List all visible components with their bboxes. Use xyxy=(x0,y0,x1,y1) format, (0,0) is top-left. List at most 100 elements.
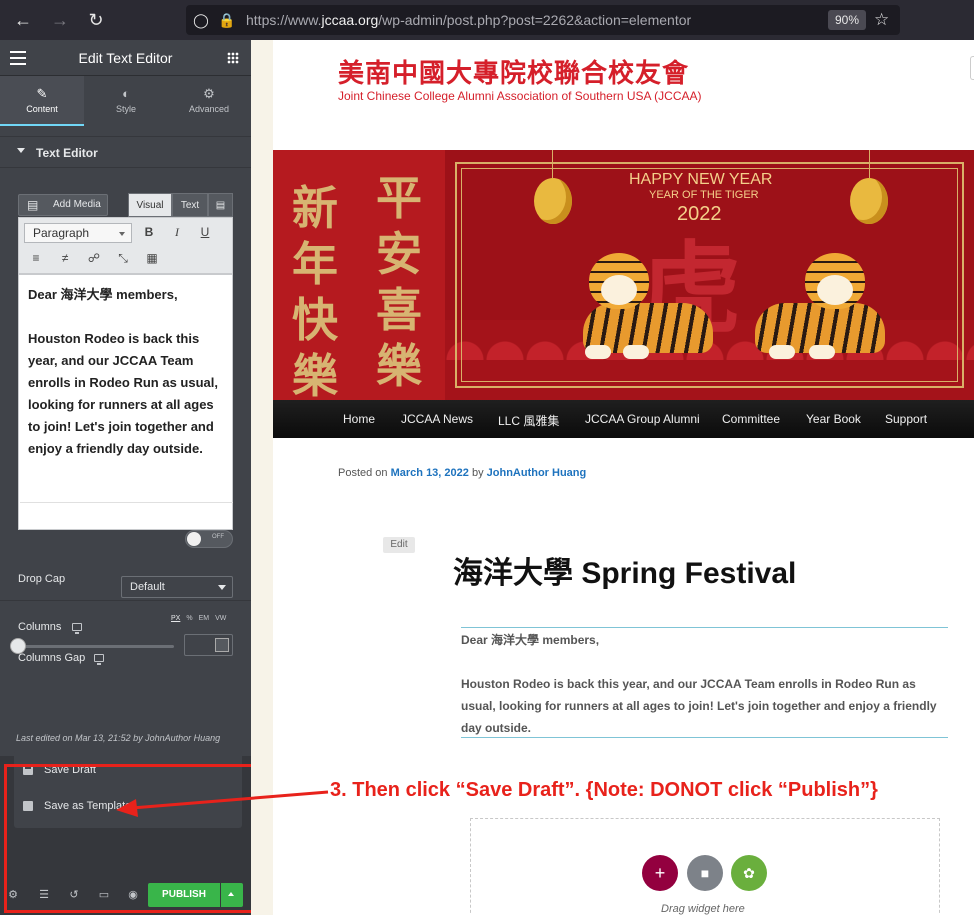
unit-px[interactable]: PX xyxy=(171,615,180,622)
section-text-editor[interactable]: Text Editor xyxy=(0,136,251,168)
toggle-knob xyxy=(187,532,201,546)
kitchen-sink-icon[interactable]: ▦ xyxy=(143,249,161,267)
desktop-monitor-icon[interactable] xyxy=(94,654,104,665)
annotation-arrow xyxy=(116,790,329,817)
history-icon[interactable]: ↺ xyxy=(67,888,81,902)
instruction-annotation: 3. Then click “Save Draft”. {Note: DONOT… xyxy=(330,779,878,801)
desktop-monitor-icon[interactable] xyxy=(72,623,82,634)
unit-vw[interactable]: VW xyxy=(215,615,226,622)
text-tab[interactable]: Text xyxy=(172,193,208,217)
tiger-illustration-right xyxy=(735,245,885,365)
template-library-folder-icon[interactable]: ■ xyxy=(687,855,723,891)
editor-statusbar xyxy=(20,502,233,528)
site-tagline: Joint Chinese College Alumni Association… xyxy=(338,89,702,103)
editor-toolbar: Paragraph B I U ≡ ≠ ☍ ⤡ ▦ xyxy=(18,217,233,274)
drop-cap-label: Drop Cap xyxy=(18,573,66,585)
banner-couplet-panel: 新年快樂 平安喜樂 xyxy=(273,150,445,400)
caret-down-icon xyxy=(17,148,25,153)
zoom-level-badge[interactable]: 90% xyxy=(828,10,866,30)
couplet-left-text: 新年快樂 xyxy=(292,181,338,400)
paragraph-format-select[interactable]: Paragraph xyxy=(24,223,132,243)
banner-tiger-panel: HAPPY NEW YEAR YEAR OF THE TIGER 2022 虎 xyxy=(445,150,974,400)
spinner-icon[interactable] xyxy=(215,638,229,652)
nav-llc[interactable]: LLC 風雅集 xyxy=(498,412,559,429)
site-title[interactable]: 美南中國大專院校聯合校友會 xyxy=(338,53,689,90)
responsive-mode-icon[interactable]: ▭ xyxy=(97,888,111,902)
year-of-tiger-text: YEAR OF THE TIGER xyxy=(649,189,759,201)
italic-button[interactable]: I xyxy=(168,223,186,241)
editor-content-area[interactable]: Dear 海洋大學 members, Houston Rodeo is back… xyxy=(18,274,233,530)
text-editor-widget[interactable]: Dear 海洋大學 members, Houston Rodeo is back… xyxy=(461,629,948,761)
link-icon[interactable]: ☍ xyxy=(85,249,103,267)
tiger-paw xyxy=(769,345,795,359)
widgets-grid-icon[interactable] xyxy=(227,52,239,64)
shield-icon[interactable]: ◯ xyxy=(192,11,210,29)
drop-cap-toggle[interactable]: OFF xyxy=(185,530,233,548)
tiger-face xyxy=(601,275,637,305)
unit-em[interactable]: EM xyxy=(199,615,210,622)
editor-paragraph: Houston Rodeo is back this year, and our… xyxy=(28,331,218,456)
url-path: /wp-admin/post.php?post=2262&action=elem… xyxy=(378,12,692,28)
bold-button[interactable]: B xyxy=(140,223,158,241)
nav-year-book[interactable]: Year Book xyxy=(806,412,861,426)
happy-new-year-text: HAPPY NEW YEAR xyxy=(629,171,773,188)
section-title: Text Editor xyxy=(36,146,98,160)
add-section-plus-icon[interactable]: + xyxy=(642,855,678,891)
tab-style[interactable]: ◐ Style xyxy=(84,76,168,126)
publish-button[interactable]: PUBLISH xyxy=(148,883,220,907)
site-navigation: Home JCCAA News LLC 風雅集 JCCAA Group Alum… xyxy=(273,400,974,438)
couplet-right-text: 平安喜樂 xyxy=(376,171,422,393)
columns-gap-slider-track[interactable] xyxy=(18,645,174,648)
tab-style-label: Style xyxy=(115,104,136,114)
preview-eye-icon[interactable]: ◉ xyxy=(126,888,140,902)
unit-percent[interactable]: % xyxy=(186,615,192,622)
nav-jccaa-news[interactable]: JCCAA News xyxy=(401,412,473,426)
lantern-left xyxy=(534,178,572,224)
add-media-button[interactable]: ▤ Add Media xyxy=(18,194,108,216)
add-media-label: Add Media xyxy=(53,199,101,210)
nav-home[interactable]: Home xyxy=(343,412,375,426)
save-draft-label: Save Draft xyxy=(44,764,96,776)
tab-content-label: Content xyxy=(26,104,58,114)
tab-advanced[interactable]: ⚙ Advanced xyxy=(167,76,251,126)
columns-select[interactable]: Default xyxy=(121,576,233,598)
publish-options-caret-icon[interactable] xyxy=(221,883,243,907)
last-edited-text: Last edited on Mar 13, 21:52 by JohnAuth… xyxy=(16,733,221,743)
couplet-left: 新年快樂 xyxy=(287,180,343,400)
numbered-list-icon[interactable]: ≠ xyxy=(56,249,74,267)
tab-content[interactable]: ✎ Content xyxy=(0,76,84,126)
post-title[interactable]: 海洋大學 Spring Festival xyxy=(453,548,796,592)
media-icon: ▤ xyxy=(27,198,39,212)
post-date-link[interactable]: March 13, 2022 xyxy=(391,467,469,479)
toolbar-toggle-icon[interactable]: ▤ xyxy=(208,193,233,217)
content-bottom-border xyxy=(461,737,948,738)
columns-gap-input[interactable] xyxy=(184,634,233,656)
forward-arrow-icon[interactable]: → xyxy=(48,8,72,32)
nav-support[interactable]: Support xyxy=(885,412,927,426)
author-link[interactable]: JohnAuthor Huang xyxy=(487,467,587,479)
bullet-list-icon[interactable]: ≡ xyxy=(27,249,45,267)
search-toggle[interactable] xyxy=(970,56,974,80)
post-meta: Posted on March 13, 2022 by JohnAuthor H… xyxy=(338,467,586,479)
underline-button[interactable]: U xyxy=(196,223,214,241)
gear-icon: ⚙ xyxy=(203,86,215,101)
edit-title-button[interactable]: Edit xyxy=(383,537,415,553)
tiger-paw xyxy=(809,345,835,359)
panel-title: Edit Text Editor xyxy=(78,50,173,66)
address-bar[interactable]: ◯ 🔒 https://www.jccaa.org/wp-admin/post.… xyxy=(186,5,900,35)
visual-tab[interactable]: Visual xyxy=(128,193,172,217)
envato-leaf-icon[interactable]: ✿ xyxy=(731,855,767,891)
columns-gap-slider-handle[interactable] xyxy=(10,638,26,654)
fullscreen-icon[interactable]: ⤡ xyxy=(114,249,132,267)
panel-tabs: ✎ Content ◐ Style ⚙ Advanced xyxy=(0,76,251,126)
nav-group-alumni[interactable]: JCCAA Group Alumni xyxy=(585,412,700,426)
url-text[interactable]: https://www.jccaa.org/wp-admin/post.php?… xyxy=(246,12,691,28)
back-arrow-icon[interactable]: ← xyxy=(11,8,35,32)
nav-committee[interactable]: Committee xyxy=(722,412,780,426)
settings-gear-icon[interactable]: ⚙ xyxy=(6,888,20,902)
content-paragraph: Houston Rodeo is back this year, and our… xyxy=(461,677,937,735)
reload-icon[interactable]: ↻ xyxy=(84,8,108,32)
lock-icon[interactable]: 🔒 xyxy=(218,11,236,29)
navigator-layers-icon[interactable]: ☰ xyxy=(37,888,51,902)
bookmark-star-icon[interactable]: ☆ xyxy=(874,10,889,30)
